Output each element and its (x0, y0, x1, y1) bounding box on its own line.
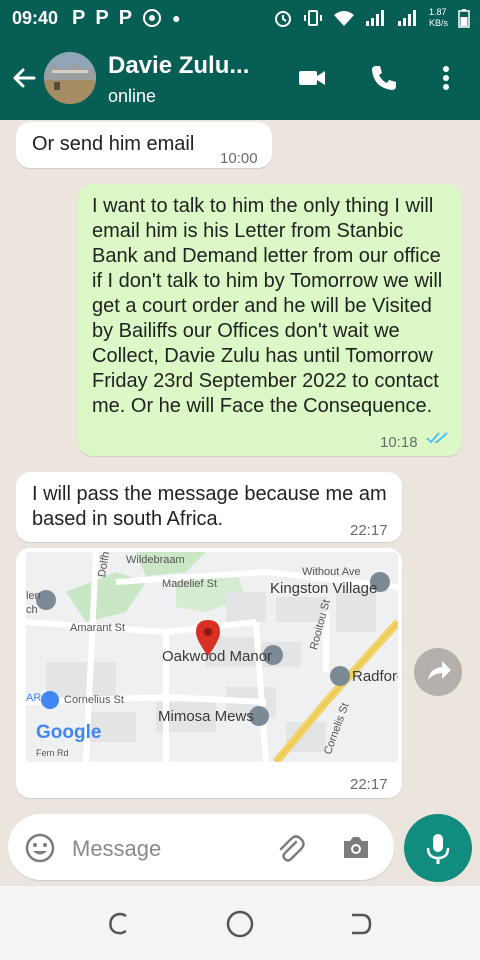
mic-icon (426, 834, 450, 864)
chat-header: Davie Zulu... online (0, 36, 480, 120)
share-icon (428, 661, 451, 680)
avatar-image (44, 52, 96, 104)
message-bubble-incoming[interactable]: I will pass the message because me am ba… (16, 472, 402, 542)
avatar[interactable] (44, 52, 96, 104)
signal-icon (397, 10, 416, 26)
map-label: AR (26, 692, 42, 704)
message-text: I want to talk to him the only thing I w… (92, 195, 443, 417)
message-time: 10:18 (380, 434, 418, 451)
chat-area[interactable]: Or send him email 10:00 I want to talk t… (0, 120, 480, 810)
status-bar: 09:40 P P P ● 1.87 KB/s (0, 0, 480, 36)
mic-button[interactable] (404, 814, 472, 882)
phone-icon[interactable] (368, 62, 400, 94)
google-logo: Google (36, 722, 102, 743)
map-label: Fern Rd (36, 748, 69, 758)
message-input[interactable]: Message (8, 814, 394, 880)
notification-p-icon: P (95, 6, 109, 29)
more-vert-icon[interactable] (430, 62, 462, 94)
share-button[interactable] (414, 648, 462, 696)
message-placeholder: Message (72, 836, 162, 861)
camera-icon[interactable] (340, 832, 372, 864)
message-time: 22:17 (350, 776, 388, 793)
map-label: len (26, 590, 41, 602)
contact-status: online (108, 86, 157, 106)
map-label: ch (26, 604, 38, 616)
emoji-icon[interactable] (24, 832, 56, 864)
back-nav-icon[interactable] (346, 910, 374, 938)
attach-icon[interactable] (274, 832, 306, 864)
map-label: Oakwood Manor (162, 648, 273, 665)
battery-icon (458, 9, 470, 28)
notification-p-icon: P (72, 6, 86, 29)
composer-bar: Message (0, 810, 480, 886)
map-label: Without Ave (302, 566, 361, 578)
home-icon[interactable] (224, 908, 256, 940)
notification-p-icon: P (118, 6, 133, 29)
message-text: I will pass the message because me am ba… (32, 483, 387, 530)
wifi-icon (333, 11, 354, 26)
network-speed: 1.87 KB/s (428, 7, 448, 28)
recent-apps-icon[interactable] (106, 910, 134, 938)
video-call-icon[interactable] (296, 62, 328, 94)
message-bubble-incoming[interactable]: Or send him email 10:00 (16, 122, 272, 168)
vibrate-icon (303, 10, 322, 26)
status-time: 09:40 (12, 7, 59, 28)
back-arrow-icon[interactable] (10, 64, 38, 92)
message-time: 22:17 (350, 522, 388, 539)
map-label: Cornelius St (64, 694, 124, 706)
message-text: Or send him email (32, 133, 195, 155)
map-label: Radford (352, 668, 398, 685)
location-map[interactable]: Wildebraam Madelief St Without Ave Kings… (26, 552, 398, 762)
map-label: Mimosa Mews (158, 708, 254, 725)
contact-name[interactable]: Davie Zulu... (108, 52, 249, 80)
message-bubble-outgoing[interactable]: I want to talk to him the only thing I w… (78, 184, 462, 456)
system-nav-bar (0, 886, 480, 960)
alarm-icon (274, 11, 291, 27)
signal-icon (365, 10, 384, 26)
map-label: Wildebraam (126, 554, 185, 566)
map-label: Madelief St (162, 578, 218, 590)
double-check-icon (426, 432, 448, 444)
map-label: Amarant St (70, 622, 126, 634)
chrome-icon (143, 9, 162, 27)
map-label: Kingston Village (270, 580, 378, 597)
dot-icon: ● (172, 10, 181, 26)
message-time: 10:00 (220, 150, 258, 167)
